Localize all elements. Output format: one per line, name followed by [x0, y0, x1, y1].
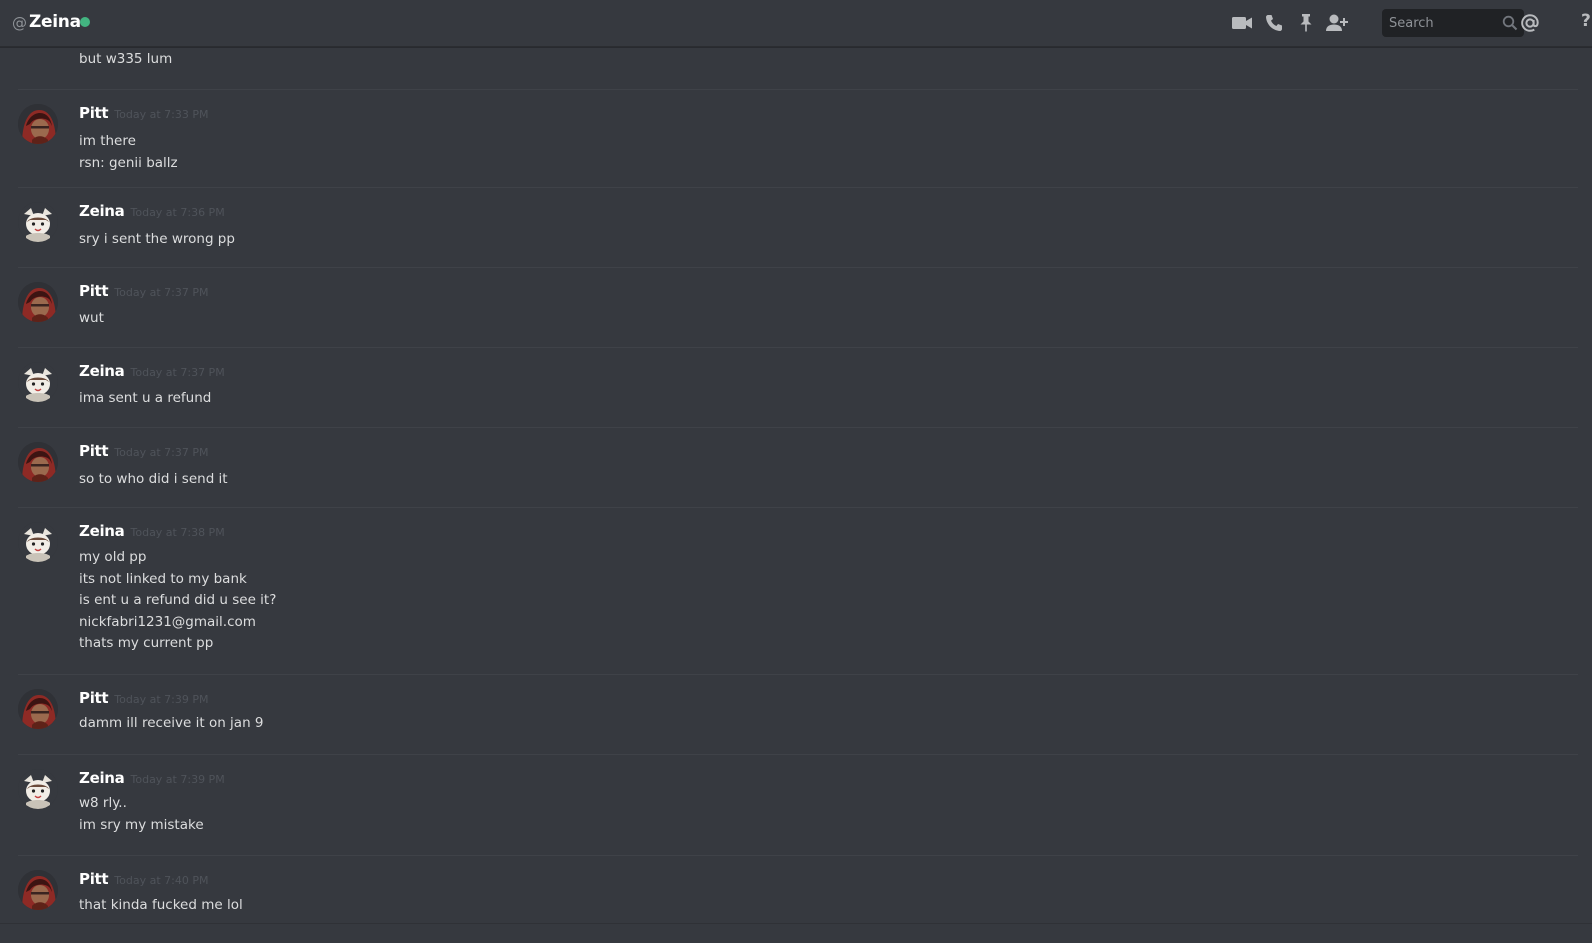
- pin-icon[interactable]: [1293, 10, 1319, 36]
- message-group: Zeina Today at 7:39 PM w8 rly.. im sry my…: [18, 755, 1578, 856]
- author-name[interactable]: Zeina Today at 7:39 PM: [79, 769, 225, 789]
- clipped-line: [79, 47, 172, 49]
- message-lines: damm ill receive it on jan 9: [79, 713, 264, 735]
- message-text: w8 rly..: [79, 795, 127, 811]
- message-timestamp: Today at 7:37 PM: [114, 446, 209, 459]
- message-timestamp: Today at 7:38 PM: [130, 526, 225, 539]
- message-lines: w8 rly.. im sry my mistake: [79, 793, 204, 836]
- message-text: nickfabri1231@gmail.com: [79, 613, 256, 630]
- message-text: so to who did i send it: [79, 471, 228, 487]
- message-lines: that kinda fucked me lol: [79, 895, 243, 917]
- message-text: thats my current pp: [79, 635, 214, 651]
- message-group: Pitt Today at 7:37 PM so to who did i sen…: [18, 428, 1578, 508]
- message-lines: im there rsn: genii ballz: [79, 131, 178, 174]
- mention-icon[interactable]: [1517, 10, 1543, 36]
- author-name[interactable]: Pitt Today at 7:40 PM: [79, 870, 208, 890]
- message-lines: my old pp its not linked to my bank is e…: [79, 547, 276, 655]
- voice-call-icon[interactable]: [1261, 10, 1287, 36]
- avatar-pitt[interactable]: [18, 282, 58, 322]
- channel-name: Zeina: [29, 12, 81, 32]
- add-friend-icon[interactable]: [1324, 10, 1350, 36]
- message-group: Pitt Today at 7:33 PM im there rsn: genii…: [18, 90, 1578, 188]
- author-name[interactable]: Zeina Today at 7:38 PM: [79, 522, 225, 542]
- message-list[interactable]: but w335 lum Pitt Today at 7:33 PM im the…: [0, 47, 1592, 923]
- message-text: rsn: genii ballz: [79, 154, 178, 171]
- at-symbol: @: [12, 14, 27, 32]
- message-lines: wut: [79, 308, 104, 330]
- author-name[interactable]: Zeina Today at 7:37 PM: [79, 362, 225, 382]
- message-timestamp: Today at 7:37 PM: [130, 366, 225, 379]
- avatar-pitt[interactable]: [18, 104, 58, 144]
- message-text: im there: [79, 133, 136, 149]
- chat-header: @ Zeina ?: [0, 0, 1592, 47]
- author-name[interactable]: Zeina Today at 7:36 PM: [79, 202, 225, 222]
- online-status-dot: [80, 17, 90, 27]
- message-group: Zeina Today at 7:38 PM my old pp its not …: [18, 508, 1578, 675]
- message-timestamp: Today at 7:39 PM: [114, 693, 209, 706]
- avatar-zeina[interactable]: [18, 522, 58, 562]
- author-name[interactable]: Pitt Today at 7:37 PM: [79, 442, 208, 462]
- message-group: Zeina Today at 7:37 PM ima sent u a refun…: [18, 348, 1578, 428]
- message-text: ima sent u a refund: [79, 390, 212, 406]
- search-input[interactable]: [1382, 9, 1492, 37]
- author-name[interactable]: Pitt Today at 7:37 PM: [79, 282, 208, 302]
- message-group: Pitt Today at 7:39 PM damm ill receive it…: [18, 675, 1578, 755]
- author-name[interactable]: Pitt Today at 7:39 PM: [79, 689, 208, 709]
- message-timestamp: Today at 7:40 PM: [114, 874, 209, 887]
- message-lines: but w335 lum: [79, 49, 172, 71]
- avatar-zeina[interactable]: [18, 362, 58, 402]
- avatar-pitt[interactable]: [18, 442, 58, 482]
- message-timestamp: Today at 7:39 PM: [130, 773, 225, 786]
- avatar-pitt[interactable]: [18, 870, 58, 910]
- message-timestamp: Today at 7:37 PM: [114, 286, 209, 299]
- message-timestamp: Today at 7:36 PM: [130, 206, 225, 219]
- message-group: Pitt Today at 7:37 PM wut: [18, 268, 1578, 348]
- avatar-pitt[interactable]: [18, 689, 58, 729]
- message-text: is ent u a refund did u see it?: [79, 592, 277, 608]
- message-text: wut: [79, 310, 104, 326]
- message-lines: sry i sent the wrong pp: [79, 229, 235, 251]
- message-text: but w335 lum: [79, 51, 173, 67]
- message-lines: ima sent u a refund: [79, 388, 211, 410]
- search-icon: [1502, 15, 1518, 35]
- video-call-icon[interactable]: [1229, 10, 1255, 36]
- search-box[interactable]: [1382, 9, 1524, 37]
- message-text: its not linked to my bank: [79, 570, 247, 587]
- message-text: that kinda fucked me lol: [79, 897, 243, 913]
- bottom-edge: [0, 923, 1592, 943]
- help-icon[interactable]: ?: [1581, 11, 1591, 31]
- message-group: Zeina Today at 7:36 PM sry i sent the wro…: [18, 188, 1578, 268]
- message-text: im sry my mistake: [79, 816, 204, 833]
- avatar-zeina[interactable]: [18, 202, 58, 242]
- message-lines: so to who did i send it: [79, 469, 228, 491]
- message-timestamp: Today at 7:33 PM: [114, 108, 209, 121]
- message-group-fragment: but w335 lum: [18, 47, 1578, 90]
- message-text: my old pp: [79, 549, 147, 565]
- avatar-zeina[interactable]: [18, 769, 58, 809]
- message-group: Pitt Today at 7:40 PM that kinda fucked m…: [18, 856, 1578, 923]
- author-name[interactable]: Pitt Today at 7:33 PM: [79, 104, 208, 124]
- message-text: sry i sent the wrong pp: [79, 231, 235, 247]
- message-text: damm ill receive it on jan 9: [79, 715, 264, 731]
